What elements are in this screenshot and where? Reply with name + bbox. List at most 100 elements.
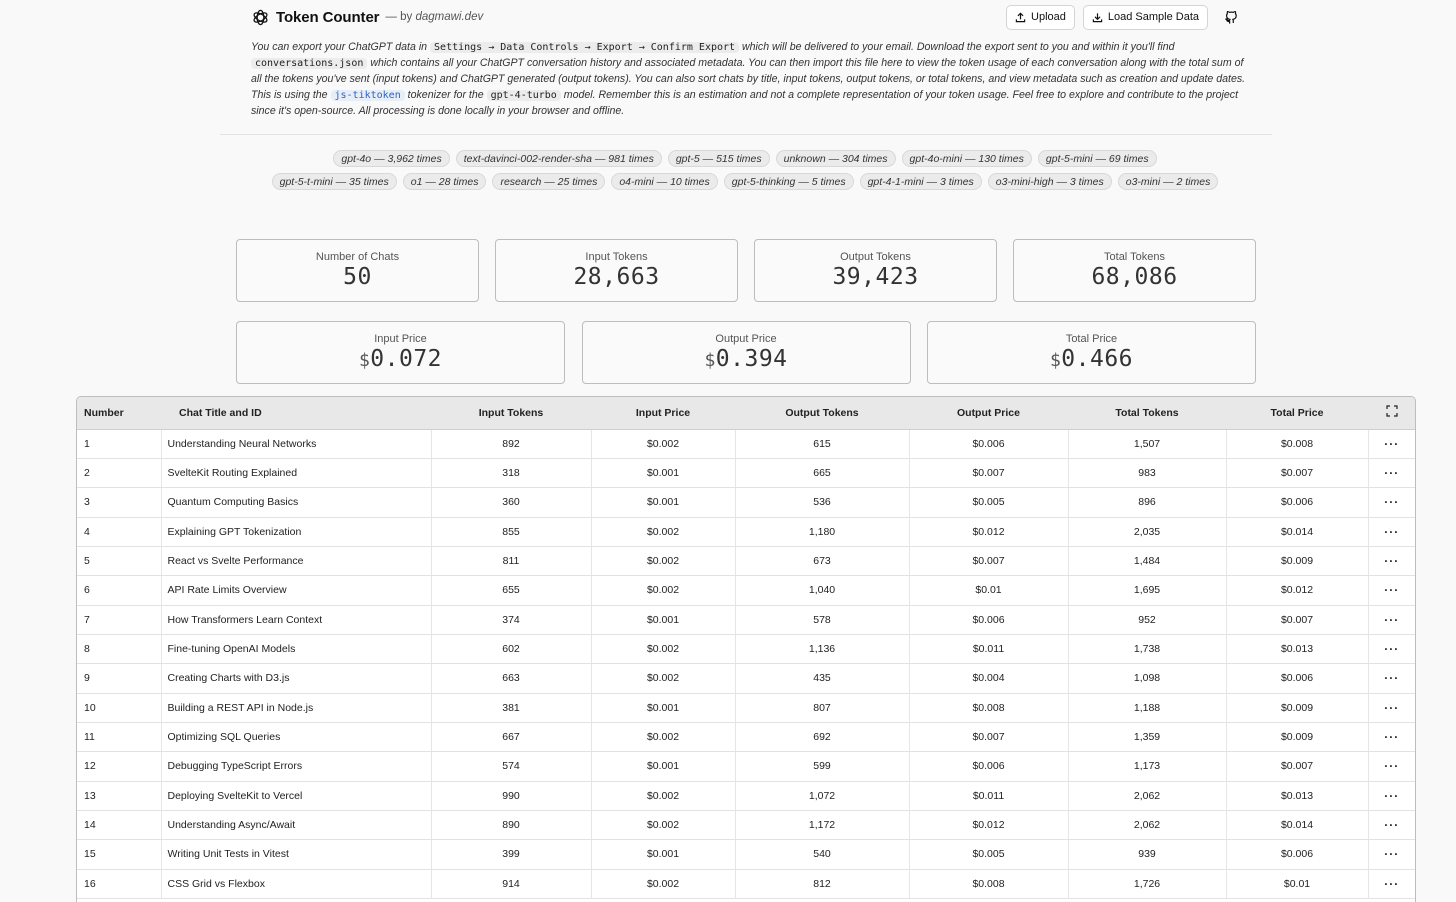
cell-chat-title[interactable]: Writing Unit Tests in Vitest xyxy=(160,839,431,870)
cell-output-price: $0.006 xyxy=(908,429,1068,459)
cell-total-price: $0.013 xyxy=(1225,634,1368,665)
table-row[interactable]: 3 Quantum Computing Basics 360 $0.001 536 $0.… xyxy=(77,487,1415,518)
cell-output-tokens: 1,136 xyxy=(734,634,909,665)
header-input-price[interactable]: Input Price xyxy=(591,397,735,430)
js-tiktoken-link[interactable]: js-tiktoken xyxy=(330,89,405,101)
cell-total-price: $0.009 xyxy=(1225,546,1368,577)
cell-total-tokens: 1,738 xyxy=(1067,634,1226,665)
cell-chat-title[interactable]: Optimizing SQL Queries xyxy=(160,722,431,753)
table-row[interactable]: 8 Fine-tuning OpenAI Models 602 $0.002 1,136… xyxy=(77,634,1415,665)
stat-label: Number of Chats xyxy=(315,251,400,263)
cell-number: 1 xyxy=(77,429,161,459)
cell-chat-title[interactable]: How Transformers Learn Context xyxy=(160,605,431,635)
more-dots-icon[interactable]: ··· xyxy=(1367,810,1415,841)
table-row[interactable]: 9 Creating Charts with D3.js 663 $0.002 435 $… xyxy=(77,663,1415,694)
cell-chat-title[interactable]: Building a REST API in Node.js xyxy=(160,693,431,723)
table-row[interactable]: 5 React vs Svelte Performance 811 $0.002 673… xyxy=(77,546,1415,577)
cell-chat-title[interactable]: Understanding Neural Networks xyxy=(160,429,431,459)
header-chat-title[interactable]: Chat Title and ID xyxy=(161,397,431,430)
price-amount: 0.466 xyxy=(1061,346,1134,372)
cell-total-price: $0.013 xyxy=(1225,781,1368,811)
cell-number: 6 xyxy=(77,575,161,606)
cell-chat-title[interactable]: CSS Grid vs Flexbox xyxy=(160,869,431,900)
cell-input-price: $0.002 xyxy=(590,781,735,811)
header-number[interactable]: Number xyxy=(77,397,161,430)
cell-chat-title[interactable]: React vs Svelte Performance xyxy=(160,546,431,577)
more-dots-icon[interactable]: ··· xyxy=(1367,869,1415,900)
upload-button[interactable]: Upload xyxy=(1006,4,1075,30)
more-dots-icon[interactable]: ··· xyxy=(1367,839,1415,870)
cell-chat-title[interactable]: Explaining GPT Tokenization xyxy=(160,517,431,547)
cell-total-price: $0.006 xyxy=(1225,663,1368,694)
stat-number-of-chats: Number of Chats 50 xyxy=(236,239,479,302)
table-row[interactable]: 14 Understanding Async/Await 890 $0.002 1,17… xyxy=(77,810,1415,841)
cell-chat-title[interactable]: Deploying SvelteKit to Vercel xyxy=(160,781,431,811)
author-link[interactable]: dagmawi.dev xyxy=(415,11,483,23)
app-title: Token Counter xyxy=(276,8,380,26)
token-stats: Number of Chats 50 Input Tokens 28,663 O… xyxy=(236,239,1256,302)
more-dots-icon[interactable]: ··· xyxy=(1367,781,1415,811)
cell-total-price: $0.01 xyxy=(1225,869,1368,900)
more-dots-icon[interactable]: ··· xyxy=(1367,487,1415,518)
byline-prefix: — by xyxy=(385,11,413,23)
stat-total-price: Total Price $0.466 xyxy=(927,321,1256,384)
table-row[interactable]: 6 API Rate Limits Overview 655 $0.002 1,040 $… xyxy=(77,575,1415,606)
more-dots-icon[interactable]: ··· xyxy=(1367,634,1415,665)
more-dots-icon[interactable]: ··· xyxy=(1367,546,1415,577)
cell-chat-title[interactable]: Debugging TypeScript Errors xyxy=(160,751,431,782)
cell-total-tokens: 1,359 xyxy=(1067,722,1226,753)
cell-chat-title[interactable]: API Rate Limits Overview xyxy=(160,575,431,606)
header-actions: Upload Load Sample Data xyxy=(1006,4,1246,30)
cell-chat-title[interactable]: Understanding Async/Await xyxy=(160,810,431,841)
cell-output-tokens: 1,172 xyxy=(734,810,909,841)
header-input-tokens[interactable]: Input Tokens xyxy=(431,397,591,430)
cell-number: 11 xyxy=(77,722,161,753)
cell-chat-title[interactable]: Fine-tuning OpenAI Models xyxy=(160,634,431,665)
price-stats: Input Price $0.072 Output Price $0.394 T… xyxy=(236,321,1256,384)
cell-output-tokens: 812 xyxy=(734,869,909,900)
cell-input-tokens: 811 xyxy=(430,546,591,577)
cell-total-tokens: 1,507 xyxy=(1067,429,1226,459)
more-dots-icon[interactable]: ··· xyxy=(1367,429,1415,459)
cell-chat-title[interactable]: Quantum Computing Basics xyxy=(160,487,431,518)
cell-chat-title[interactable]: SvelteKit Routing Explained xyxy=(160,458,431,489)
header-total-tokens[interactable]: Total Tokens xyxy=(1068,397,1226,430)
cell-total-tokens: 983 xyxy=(1067,458,1226,489)
more-dots-icon[interactable]: ··· xyxy=(1367,605,1415,635)
more-dots-icon[interactable]: ··· xyxy=(1367,458,1415,489)
expand-table-button[interactable] xyxy=(1368,397,1415,430)
model-tag: o3-mini-high — 3 times xyxy=(987,173,1112,190)
cell-input-price: $0.001 xyxy=(590,605,735,635)
table-row[interactable]: 2 SvelteKit Routing Explained 318 $0.001 665… xyxy=(77,458,1415,489)
cell-chat-title[interactable]: Creating Charts with D3.js xyxy=(160,663,431,694)
table-row[interactable]: 15 Writing Unit Tests in Vitest 399 $0.001 5… xyxy=(77,839,1415,870)
table-row[interactable]: 11 Optimizing SQL Queries 667 $0.002 692 $0.0… xyxy=(77,722,1415,753)
table-row[interactable]: 1 Understanding Neural Networks 892 $0.002 6… xyxy=(77,429,1415,459)
cell-input-price: $0.001 xyxy=(590,693,735,723)
more-dots-icon[interactable]: ··· xyxy=(1367,575,1415,606)
cell-number: 8 xyxy=(77,634,161,665)
cell-output-tokens: 435 xyxy=(734,663,909,694)
more-dots-icon[interactable]: ··· xyxy=(1367,693,1415,723)
github-icon[interactable] xyxy=(1216,5,1246,30)
more-dots-icon[interactable]: ··· xyxy=(1367,517,1415,547)
table-row[interactable]: 10 Building a REST API in Node.js 381 $0.00… xyxy=(77,693,1415,723)
load-sample-data-button[interactable]: Load Sample Data xyxy=(1082,4,1208,30)
stat-label: Total Tokens xyxy=(1104,251,1165,263)
table-row[interactable]: 16 CSS Grid vs Flexbox 914 $0.002 812 $0.008 1… xyxy=(77,869,1415,900)
header-output-tokens[interactable]: Output Tokens xyxy=(735,397,909,430)
cell-total-tokens: 2,062 xyxy=(1067,781,1226,811)
table-row[interactable]: 12 Debugging TypeScript Errors 574 $0.001 59… xyxy=(77,751,1415,782)
more-dots-icon[interactable]: ··· xyxy=(1367,663,1415,694)
header-total-price[interactable]: Total Price xyxy=(1226,397,1368,430)
intro-part: which will be delivered to your email. D… xyxy=(739,41,1175,53)
table-row[interactable]: 4 Explaining GPT Tokenization 855 $0.002 1,1… xyxy=(77,517,1415,547)
table-row[interactable]: 13 Deploying SvelteKit to Vercel 990 $0.002… xyxy=(77,781,1415,811)
table-row[interactable]: 7 How Transformers Learn Context 374 $0.001… xyxy=(77,605,1415,635)
header-output-price[interactable]: Output Price xyxy=(909,397,1068,430)
more-dots-icon[interactable]: ··· xyxy=(1367,751,1415,782)
export-path-code: Settings → Data Controls → Export → Conf… xyxy=(430,42,740,53)
more-dots-icon[interactable]: ··· xyxy=(1367,722,1415,753)
cell-number: 13 xyxy=(77,781,161,811)
cell-input-tokens: 890 xyxy=(430,810,591,841)
